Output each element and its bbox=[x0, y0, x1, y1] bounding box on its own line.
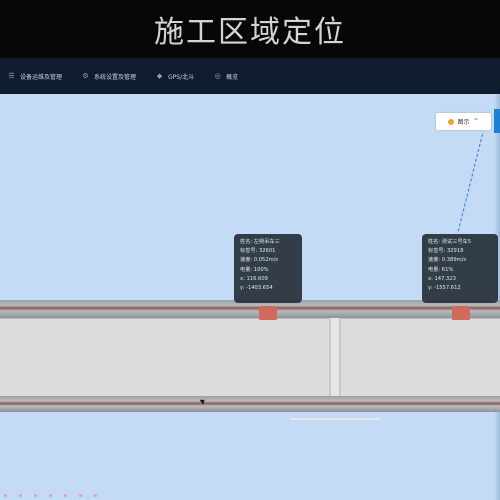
track-bottom bbox=[0, 396, 500, 412]
device-y: y: -1557.612 bbox=[428, 285, 461, 292]
device-x: x: 116.609 bbox=[240, 275, 268, 282]
map-scale-line bbox=[290, 418, 380, 420]
settings-icon: ⚙ bbox=[82, 72, 89, 80]
nav-item-label: 设备运维及管理 bbox=[20, 73, 63, 81]
legend-dot-icon bbox=[448, 118, 455, 125]
trajectory-line bbox=[457, 134, 484, 232]
side-panel-tab[interactable] bbox=[494, 109, 500, 133]
device-battery: 电量: 61% bbox=[428, 266, 454, 273]
device-tooltip: 姓名: 左侧吊车三 标签号: 32601 速度: 0.052m/s 电量: 10… bbox=[234, 234, 302, 303]
device-x: x: 147.323 bbox=[428, 275, 456, 282]
nav-item-gps[interactable]: ◆ GPS/北斗 bbox=[156, 72, 194, 81]
nav-item-system-settings[interactable]: ⚙ 系统设置及管理 bbox=[82, 72, 136, 81]
nav-item-device-ops[interactable]: ☰ 设备运维及管理 bbox=[8, 72, 62, 81]
device-tooltip: 姓名: 测试三号车5 标签号: 32918 速度: 0.389m/s 电量: 6… bbox=[422, 234, 498, 303]
device-y: y: -1403.654 bbox=[240, 285, 273, 292]
location-icon: ◆ bbox=[156, 72, 163, 80]
device-name: 姓名: 左侧吊车三 bbox=[240, 239, 280, 245]
legend-button[interactable]: 图示 ^ bbox=[436, 113, 491, 130]
overview-icon: ◎ bbox=[214, 72, 221, 80]
device-marker[interactable] bbox=[452, 306, 470, 320]
page-title: 施工区域定位 bbox=[154, 15, 346, 50]
device-tag: 标签号: 32918 bbox=[428, 248, 464, 255]
nav-item-label: GPS/北斗 bbox=[168, 73, 195, 81]
device-speed: 速度: 0.052m/s bbox=[240, 257, 279, 264]
legend-label: 图示 bbox=[457, 119, 470, 126]
decorative-dots bbox=[0, 494, 100, 500]
top-nav: ☰ 设备运维及管理 ⚙ 系统设置及管理 ◆ GPS/北斗 ◎ 概览 bbox=[0, 58, 500, 94]
nav-item-label: 概览 bbox=[226, 73, 239, 81]
slab-joint bbox=[329, 318, 341, 402]
device-name: 姓名: 测试三号车5 bbox=[428, 239, 472, 245]
device-tag: 标签号: 32601 bbox=[240, 248, 276, 255]
construction-slab bbox=[0, 318, 500, 402]
nav-item-overview[interactable]: ◎ 概览 bbox=[214, 72, 239, 81]
title-bar: 施工区域定位 bbox=[0, 0, 500, 58]
map-canvas[interactable]: 图示 ^ 姓名: 左侧吊车三 标签号: 32601 速度: 0.052m/s 电… bbox=[0, 94, 500, 500]
chevron-up-icon: ^ bbox=[473, 118, 479, 125]
device-battery: 电量: 100% bbox=[240, 266, 269, 273]
nav-item-label: 系统设置及管理 bbox=[94, 73, 137, 81]
device-speed: 速度: 0.389m/s bbox=[428, 257, 467, 264]
list-icon: ☰ bbox=[8, 72, 15, 80]
device-marker[interactable] bbox=[259, 306, 277, 320]
